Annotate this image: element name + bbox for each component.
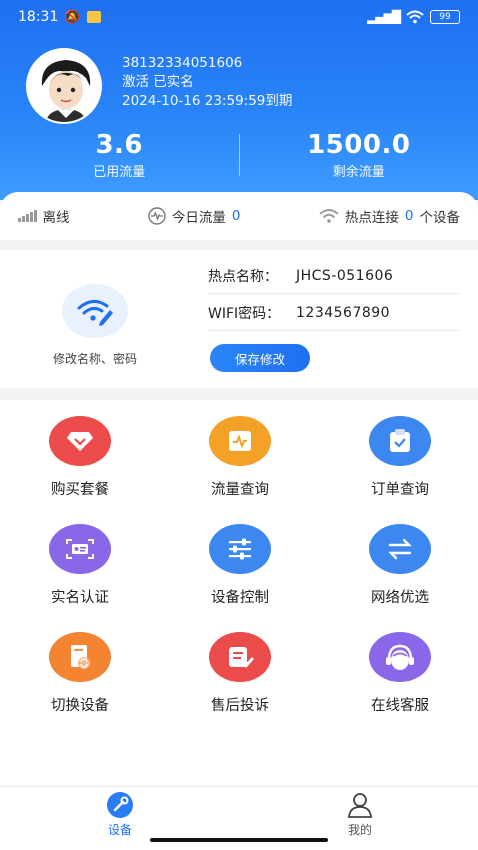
account-status: 激活 已实名 (122, 74, 194, 90)
wifi-edit-icon (62, 284, 128, 338)
used-traffic: 3.6 已用流量 (0, 130, 239, 186)
menu-traffic-query[interactable]: 流量查询 (160, 416, 320, 499)
home-indicator[interactable] (150, 838, 328, 842)
save-button[interactable]: 保存修改 (210, 344, 310, 372)
hotspot-connections-count: 0 (404, 208, 414, 224)
edit-hotspot-label: 修改名称、密码 (52, 352, 137, 366)
hotspot-settings-card: 修改名称、密码 热点名称： JHCS-051606 WIFI密码： 123456… (0, 250, 478, 388)
traffic-stats: 3.6 已用流量 1500.0 剩余流量 (0, 130, 478, 186)
wifi-password-row: WIFI密码： 1234567890 (208, 295, 460, 331)
menu-traffic-query-label: 流量查询 (211, 482, 269, 498)
menu-online-service-label: 在线客服 (371, 698, 429, 714)
complaint-icon (209, 632, 271, 682)
menu-buy-package-label: 购买套餐 (51, 482, 109, 498)
menu-network-optimize-label: 网络优选 (371, 590, 429, 606)
menu-online-service[interactable]: 在线客服 (320, 632, 478, 715)
menu-real-name[interactable]: 实名认证 (0, 524, 160, 607)
hotspot-name-row: 热点名称： JHCS-051606 (208, 258, 460, 294)
avatar[interactable] (26, 48, 102, 124)
menu-device-control-label: 设备控制 (211, 590, 269, 606)
wifi-password-value[interactable]: 1234567890 (296, 305, 390, 321)
pulse-icon (148, 207, 166, 225)
menu-switch-device[interactable]: 切换设备 (0, 632, 160, 715)
clock: 18:31 (18, 9, 59, 25)
sliders-icon (209, 524, 271, 574)
menu-after-sales-label: 售后投诉 (211, 698, 269, 714)
hotspot-name-label: 热点名称： (208, 268, 278, 285)
battery-icon: 99 (430, 10, 460, 24)
menu-order-query[interactable]: 订单查询 (320, 416, 478, 499)
signal-icon: ▂▄▆█ (367, 10, 401, 24)
used-traffic-value: 3.6 (95, 130, 144, 160)
clipboard-icon (369, 416, 431, 466)
expiry-date: 2024-10-16 23:59:59到期 (122, 93, 293, 109)
person-icon (346, 791, 374, 819)
network-state: 离线 (18, 206, 70, 226)
menu-buy-package[interactable]: 购买套餐 (0, 416, 160, 499)
menu-network-optimize[interactable]: 网络优选 (320, 524, 478, 607)
tab-mine-label: 我的 (347, 823, 372, 837)
mute-bell-icon: 🔕 (64, 9, 81, 25)
connection-status-bar: 离线 今日流量 0 热点连接 0 个设备 (0, 192, 478, 240)
header: 18:31 🔕 ▂▄▆█ 99 38132334051606 激活 已实名 20… (0, 0, 478, 200)
function-grid: 购买套餐 流量查询 订单查询 实名认证 设备控制 网络优选 切换设备 售后投诉 … (0, 400, 478, 785)
menu-order-query-label: 订单查询 (371, 482, 429, 498)
wifi-icon (319, 209, 339, 223)
used-traffic-label: 已用流量 (93, 165, 146, 180)
swap-icon (369, 524, 431, 574)
headset-icon (369, 632, 431, 682)
edit-hotspot-button[interactable]: 修改名称、密码 (40, 284, 150, 367)
id-card-icon (49, 524, 111, 574)
system-status-bar: 18:31 🔕 ▂▄▆█ 99 (18, 6, 460, 28)
menu-after-sales[interactable]: 售后投诉 (160, 632, 320, 715)
notification-icon (86, 11, 101, 23)
tab-device-label: 设备 (107, 823, 132, 837)
menu-switch-device-label: 切换设备 (51, 698, 109, 714)
tab-device[interactable]: 设备 (60, 791, 180, 838)
hotspot-connections: 热点连接 0 个设备 (319, 206, 460, 226)
remaining-traffic-value: 1500.0 (307, 130, 411, 160)
wifi-password-label: WIFI密码： (208, 305, 281, 322)
device-id: 38132334051606 (122, 55, 243, 71)
diamond-icon (49, 416, 111, 466)
wrench-icon (106, 791, 134, 819)
today-traffic-label: 今日流量 (171, 210, 226, 226)
menu-real-name-label: 实名认证 (51, 590, 109, 606)
today-traffic: 今日流量 0 (148, 206, 241, 226)
today-traffic-value: 0 (231, 208, 241, 224)
hotspot-name-value[interactable]: JHCS-051606 (296, 268, 393, 284)
profile-info: 38132334051606 激活 已实名 2024-10-16 23:59:5… (122, 54, 292, 111)
remaining-traffic: 1500.0 剩余流量 (240, 130, 478, 186)
menu-device-control[interactable]: 设备控制 (160, 524, 320, 607)
hotspot-connections-suffix: 个设备 (419, 210, 461, 226)
network-state-label: 离线 (42, 210, 70, 226)
switch-device-icon (49, 632, 111, 682)
tab-mine[interactable]: 我的 (300, 791, 420, 838)
chart-card-icon (209, 416, 271, 466)
hotspot-connections-prefix: 热点连接 (344, 210, 399, 226)
wifi-status-icon (406, 10, 424, 24)
remaining-traffic-label: 剩余流量 (332, 165, 385, 180)
signal-bars-icon (18, 210, 37, 222)
